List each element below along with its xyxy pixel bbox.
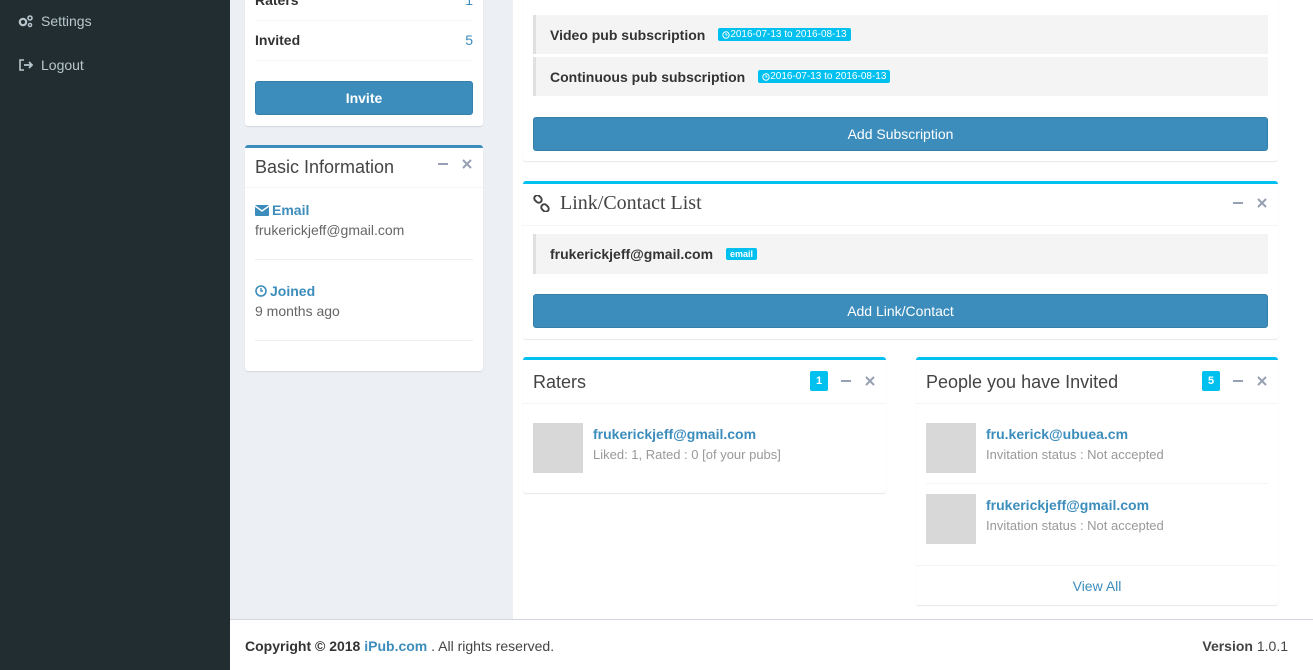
clock-icon: [722, 30, 731, 39]
invited-title: People you have Invited: [926, 372, 1119, 392]
divider: [916, 565, 1278, 566]
avatar: [926, 423, 976, 473]
invited-stat: Invited 5: [255, 20, 473, 61]
raters-count-badge: 1: [810, 371, 828, 391]
clock-icon: [762, 72, 770, 81]
view-all-link[interactable]: View All: [916, 578, 1278, 594]
avatar: [926, 494, 976, 544]
link-type-badge: email: [726, 248, 758, 260]
box-tools: [425, 158, 473, 170]
invitation-status: Invitation status : Not accepted: [986, 447, 1164, 462]
collapse-icon[interactable]: [1232, 197, 1244, 209]
email-label: Email: [255, 202, 309, 218]
sidebar-item-settings[interactable]: Settings: [18, 13, 92, 29]
raters-box: Raters 1 frukerickjeff@gmail.com Liked: …: [523, 357, 886, 493]
subscriptions-box: Video pub subscription 2016-07-13 to 201…: [523, 0, 1278, 161]
site-link[interactable]: iPub.com: [364, 638, 427, 654]
link-contact-title: Link/Contact List: [533, 192, 702, 215]
invitee-name-link[interactable]: frukerickjeff@gmail.com: [986, 497, 1149, 513]
footer: Copyright © 2018 iPub.com . All rights r…: [230, 619, 1313, 670]
subscription-item: Video pub subscription 2016-07-13 to 201…: [533, 15, 1268, 54]
sidebar-item-label: Settings: [41, 13, 92, 29]
close-icon[interactable]: [1256, 375, 1268, 387]
box-header: Raters 1: [523, 360, 886, 404]
date-badge: 2016-07-13 to 2016-08-13: [758, 70, 891, 83]
add-link-contact-button[interactable]: Add Link/Contact: [533, 294, 1268, 328]
basic-info-title: Basic Information: [255, 157, 395, 177]
divider: [926, 483, 1268, 484]
link-icon: [533, 195, 550, 212]
raters-stat: Raters 1: [255, 0, 473, 21]
close-icon[interactable]: [864, 375, 876, 387]
box-tools: [1220, 197, 1268, 209]
clock-icon: [255, 285, 267, 297]
close-icon[interactable]: [461, 158, 473, 170]
joined-label: Joined: [255, 283, 315, 299]
version-text: Version 1.0.1: [1202, 638, 1288, 654]
invited-box: People you have Invited 5 fru.kerick@ubu…: [916, 357, 1278, 605]
invitee-name-link[interactable]: fru.kerick@ubuea.cm: [986, 426, 1128, 442]
link-item: frukerickjeff@gmail.com email: [533, 234, 1268, 274]
rater-detail: Liked: 1, Rated : 0 [of your pubs]: [593, 447, 781, 462]
copyright-text: Copyright © 2018 iPub.com . All rights r…: [245, 638, 555, 654]
invitation-status: Invitation status : Not accepted: [986, 518, 1164, 533]
raters-title: Raters: [533, 372, 587, 392]
add-subscription-button[interactable]: Add Subscription: [533, 117, 1268, 151]
box-header: Basic Information: [245, 148, 483, 188]
basic-info-box: Basic Information Email frukerickjeff@gm…: [245, 145, 483, 371]
subscription-item: Continuous pub subscription 2016-07-13 t…: [533, 57, 1268, 96]
invited-count-badge: 5: [1202, 371, 1220, 391]
divider: [255, 340, 473, 341]
profile-box: Raters 1 Invited 5 Invite: [245, 0, 483, 126]
box-header: Link/Contact List: [523, 184, 1278, 226]
link-contact-box: Link/Contact List frukerickjeff@gmail.co…: [523, 181, 1278, 339]
close-icon[interactable]: [1256, 197, 1268, 209]
collapse-icon[interactable]: [1232, 375, 1244, 387]
email-value: frukerickjeff@gmail.com: [255, 222, 405, 238]
divider: [255, 259, 473, 260]
collapse-icon[interactable]: [840, 375, 852, 387]
sidebar-item-logout[interactable]: Logout: [18, 57, 84, 73]
box-tools: 1: [810, 371, 876, 391]
box-header: People you have Invited 5: [916, 360, 1278, 404]
envelope-icon: [255, 204, 269, 216]
gears-icon: [18, 13, 34, 29]
box-tools: 5: [1202, 371, 1268, 391]
invite-button[interactable]: Invite: [255, 81, 473, 115]
sign-out-icon: [18, 57, 34, 73]
avatar: [533, 423, 583, 473]
sidebar: Settings Logout: [0, 0, 230, 670]
date-badge: 2016-07-13 to 2016-08-13: [718, 28, 851, 41]
sidebar-item-label: Logout: [41, 57, 84, 73]
rater-name-link[interactable]: frukerickjeff@gmail.com: [593, 426, 756, 442]
collapse-icon[interactable]: [437, 158, 449, 170]
joined-value: 9 months ago: [255, 303, 340, 319]
